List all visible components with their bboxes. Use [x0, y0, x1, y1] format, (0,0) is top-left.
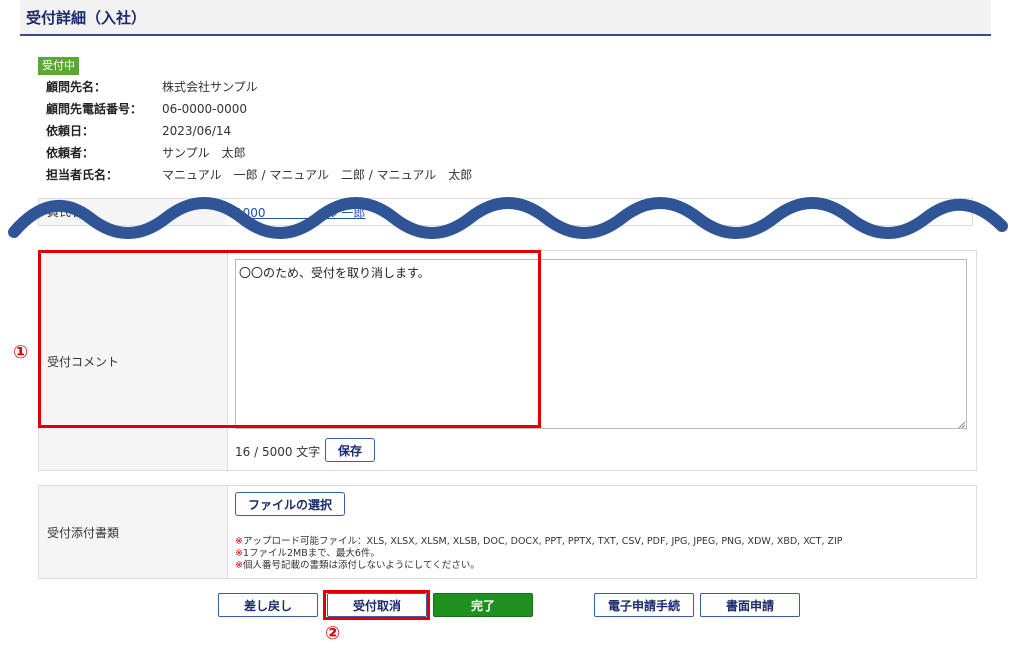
info-value: マニュアル 一郎 / マニュアル 二郎 / マニュアル 太郎	[162, 168, 473, 182]
note-text: 個人番号記載の書類は添付しないようにしてください。	[242, 560, 480, 571]
note-mark: ※	[235, 560, 243, 571]
return-button[interactable]: 差し戻し	[218, 593, 318, 617]
attachment-section: 受付添付書類 ファイルの選択 ※アップロード可能ファイル：XLS, XLSX, …	[38, 485, 977, 579]
attachment-label: 受付添付書類	[47, 526, 120, 540]
save-button[interactable]: 保存	[325, 438, 375, 462]
annotation-marker-1: ①	[13, 342, 29, 363]
info-value: サンプル 太郎	[162, 146, 246, 160]
info-label: 顧問先名：	[46, 80, 107, 94]
highlight-box-cancel	[323, 590, 430, 620]
info-label: 依頼日：	[46, 124, 95, 138]
info-label: 依頼者：	[46, 146, 95, 160]
char-count: 16 / 5000 文字	[235, 445, 321, 459]
info-label: 担当者氏名：	[46, 168, 119, 182]
info-value: 2023/06/14	[162, 124, 232, 138]
resize-handle-icon[interactable]	[958, 421, 966, 429]
paper-application-button[interactable]: 書面申請	[700, 593, 800, 617]
choose-file-button[interactable]: ファイルの選択	[235, 492, 345, 516]
highlight-box-comment	[38, 250, 541, 428]
electronic-application-button[interactable]: 電子申請手続	[594, 593, 694, 617]
info-value: 株式会社サンプル	[162, 80, 258, 94]
info-label: 顧問先電話番号：	[46, 102, 143, 116]
complete-button[interactable]: 完了	[433, 593, 533, 617]
info-value: 06-0000-0000	[162, 102, 248, 116]
status-badge: 受付中	[38, 57, 79, 75]
page-title: 受付詳細（入社）	[26, 9, 147, 27]
attachment-label-cell: 受付添付書類	[39, 486, 228, 578]
annotation-marker-2: ②	[325, 623, 341, 644]
wave-divider-icon	[8, 197, 1008, 239]
page-header: 受付詳細（入社）	[20, 0, 991, 36]
upload-note-personal-number: ※個人番号記載の書類は添付しないようにしてください。	[235, 557, 480, 571]
